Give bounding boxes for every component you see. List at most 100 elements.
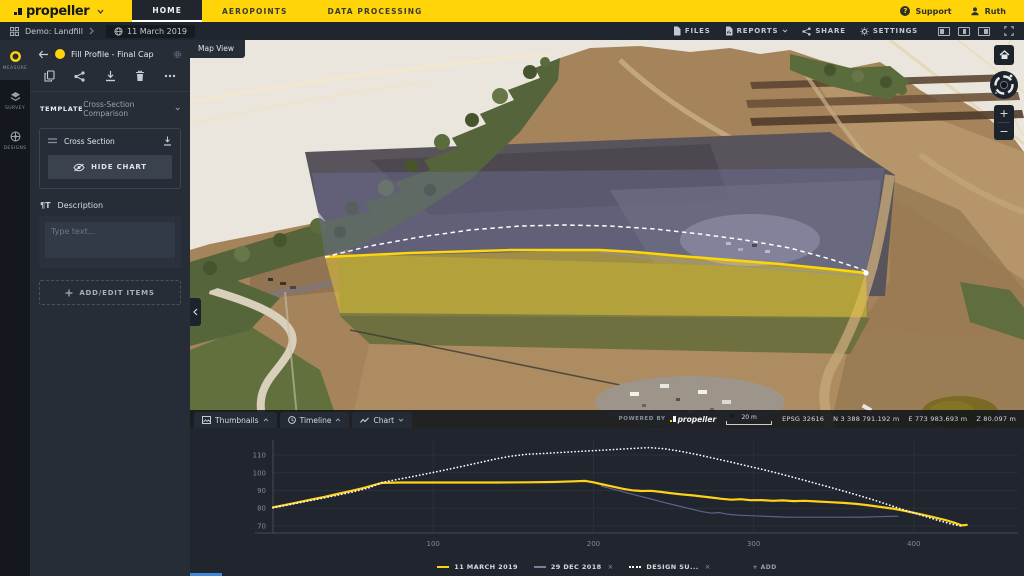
cross-section-card: Cross Section HIDE CHART — [39, 128, 181, 189]
user-name: Ruth — [985, 7, 1006, 16]
description-input[interactable] — [45, 222, 175, 258]
settings-button[interactable]: SETTINGS — [860, 27, 918, 36]
description-zone — [39, 216, 181, 268]
layout-left-panel-icon[interactable] — [938, 27, 950, 36]
user-menu[interactable]: Ruth — [970, 6, 1006, 16]
zoom-out-button[interactable]: − — [994, 123, 1014, 140]
propeller-app: propeller HOME AEROPOINTS DATA PROCESSIN… — [0, 0, 1024, 576]
chevron-down-icon — [782, 29, 788, 33]
svg-text:70: 70 — [257, 522, 266, 530]
tab-home[interactable]: HOME — [132, 0, 202, 22]
zoom-controls: + − — [994, 105, 1014, 140]
dataset-selector[interactable]: 11 March 2019 — [106, 25, 195, 38]
layout-right-panel-icon[interactable] — [978, 27, 990, 36]
tab-aeropoints[interactable]: AEROPOINTS — [202, 0, 308, 22]
elevation-profile-chart[interactable]: 708090100110100200300400 — [190, 428, 1024, 576]
template-selector[interactable]: Cross-Section Comparison — [83, 100, 180, 118]
compass-gyro-control[interactable] — [989, 70, 1019, 100]
gear-icon — [860, 27, 869, 36]
chevron-left-icon — [193, 308, 198, 316]
epsg-code: EPSG 32616 — [782, 415, 824, 423]
plus-icon — [65, 289, 73, 297]
propeller-logo[interactable]: propeller — [0, 0, 114, 22]
svg-text:100: 100 — [253, 469, 266, 477]
chart-tab[interactable]: Chart — [352, 412, 412, 428]
file-icon — [673, 26, 681, 36]
svg-text:400: 400 — [907, 540, 920, 548]
legend-item-design-surface[interactable]: DESIGN SU... × — [629, 563, 710, 571]
legend-add-layer-button[interactable]: + ADD — [752, 564, 776, 571]
files-button[interactable]: FILES — [673, 26, 711, 36]
map-scale-bar: 20 m — [726, 414, 772, 425]
measurement-title: Fill Profile - Final Cap — [71, 50, 167, 59]
legend-item-11-march-2019[interactable]: 11 MARCH 2019 — [437, 563, 518, 571]
map-controls: + − — [989, 45, 1019, 140]
copy-icon — [44, 70, 55, 82]
user-icon — [970, 6, 980, 16]
map-3d-view[interactable] — [190, 40, 1024, 428]
question-icon: ? — [900, 6, 910, 16]
gear-icon[interactable] — [173, 50, 182, 59]
chevron-up-icon — [263, 418, 269, 422]
breadcrumb-site[interactable]: Demo: Landfill — [25, 27, 83, 36]
thumbnails-tab[interactable]: Thumbnails — [194, 412, 277, 428]
chevron-down-icon[interactable] — [97, 9, 104, 14]
propeller-brand-mark: propeller — [670, 415, 717, 424]
svg-text:90: 90 — [257, 487, 266, 495]
share-button[interactable]: SHARE — [802, 27, 846, 36]
svg-text:200: 200 — [587, 540, 600, 548]
rail-item-measure[interactable]: MEASURE — [0, 40, 30, 80]
share-measurement-button[interactable] — [74, 71, 85, 82]
panel-collapse-handle[interactable] — [190, 298, 201, 326]
home-icon — [999, 50, 1010, 60]
tab-data-processing[interactable]: DATA PROCESSING — [308, 0, 443, 22]
timeline-tab[interactable]: Timeline — [280, 412, 350, 428]
download-button[interactable] — [105, 70, 116, 82]
layers-icon — [9, 90, 22, 103]
svg-text:110: 110 — [253, 452, 266, 460]
download-icon[interactable] — [163, 136, 172, 146]
powered-by-label: POWERED BY — [619, 416, 666, 422]
report-icon — [725, 26, 733, 36]
download-icon — [105, 70, 116, 82]
legend-remove-button[interactable]: × — [608, 563, 614, 571]
legend-item-29-dec-2018[interactable]: 29 DEC 2018 × — [534, 563, 614, 571]
legend-marker — [629, 566, 641, 568]
top-tabs: HOME AEROPOINTS DATA PROCESSING — [132, 0, 442, 22]
sites-grid-icon[interactable] — [10, 27, 19, 36]
propeller-logo-icon — [670, 416, 676, 423]
delete-button[interactable] — [135, 70, 145, 82]
hide-chart-button[interactable]: HIDE CHART — [48, 155, 172, 179]
rail-item-designs[interactable]: DESIGNS — [0, 120, 30, 160]
share-icon — [802, 27, 811, 36]
dataset-name: 11 March 2019 — [127, 27, 187, 36]
home-view-button[interactable] — [994, 45, 1014, 65]
rail-item-survey[interactable]: SURVEY — [0, 80, 30, 120]
fullscreen-icon[interactable] — [1004, 26, 1014, 36]
measurement-color-dot[interactable] — [55, 49, 65, 59]
legend-remove-button[interactable]: × — [705, 563, 711, 571]
northing: N 3 388 791.192 m — [833, 415, 899, 423]
breadcrumb: Demo: Landfill 11 March 2019 — [10, 25, 195, 38]
measure-icon — [9, 50, 22, 63]
propeller-logo-icon — [14, 8, 22, 15]
add-edit-items-button[interactable]: ADD/EDIT ITEMS — [39, 280, 181, 305]
template-label: TEMPLATE — [40, 105, 83, 113]
clock-icon — [288, 416, 296, 424]
drag-handle-icon[interactable] — [48, 138, 57, 144]
map-view-tab[interactable]: Map View — [190, 40, 245, 58]
easting: E 773 983.693 m — [908, 415, 967, 423]
back-arrow-icon[interactable] — [38, 50, 49, 59]
tool-rail: MEASURE SURVEY DESIGNS — [0, 40, 30, 576]
description-label: Description — [58, 201, 104, 210]
more-options-button[interactable] — [164, 74, 176, 78]
layout-split-icon[interactable] — [958, 27, 970, 36]
cursor-coordinates: EPSG 32616 N 3 388 791.192 m E 773 983.6… — [782, 415, 1016, 423]
legend-marker — [534, 566, 546, 568]
zoom-in-button[interactable]: + — [994, 105, 1014, 122]
text-format-icon: ¶T — [40, 201, 51, 210]
duplicate-button[interactable] — [44, 70, 55, 82]
support-button[interactable]: ? Support — [900, 6, 951, 16]
reports-button[interactable]: REPORTS — [725, 26, 789, 36]
eye-off-icon — [73, 163, 85, 172]
